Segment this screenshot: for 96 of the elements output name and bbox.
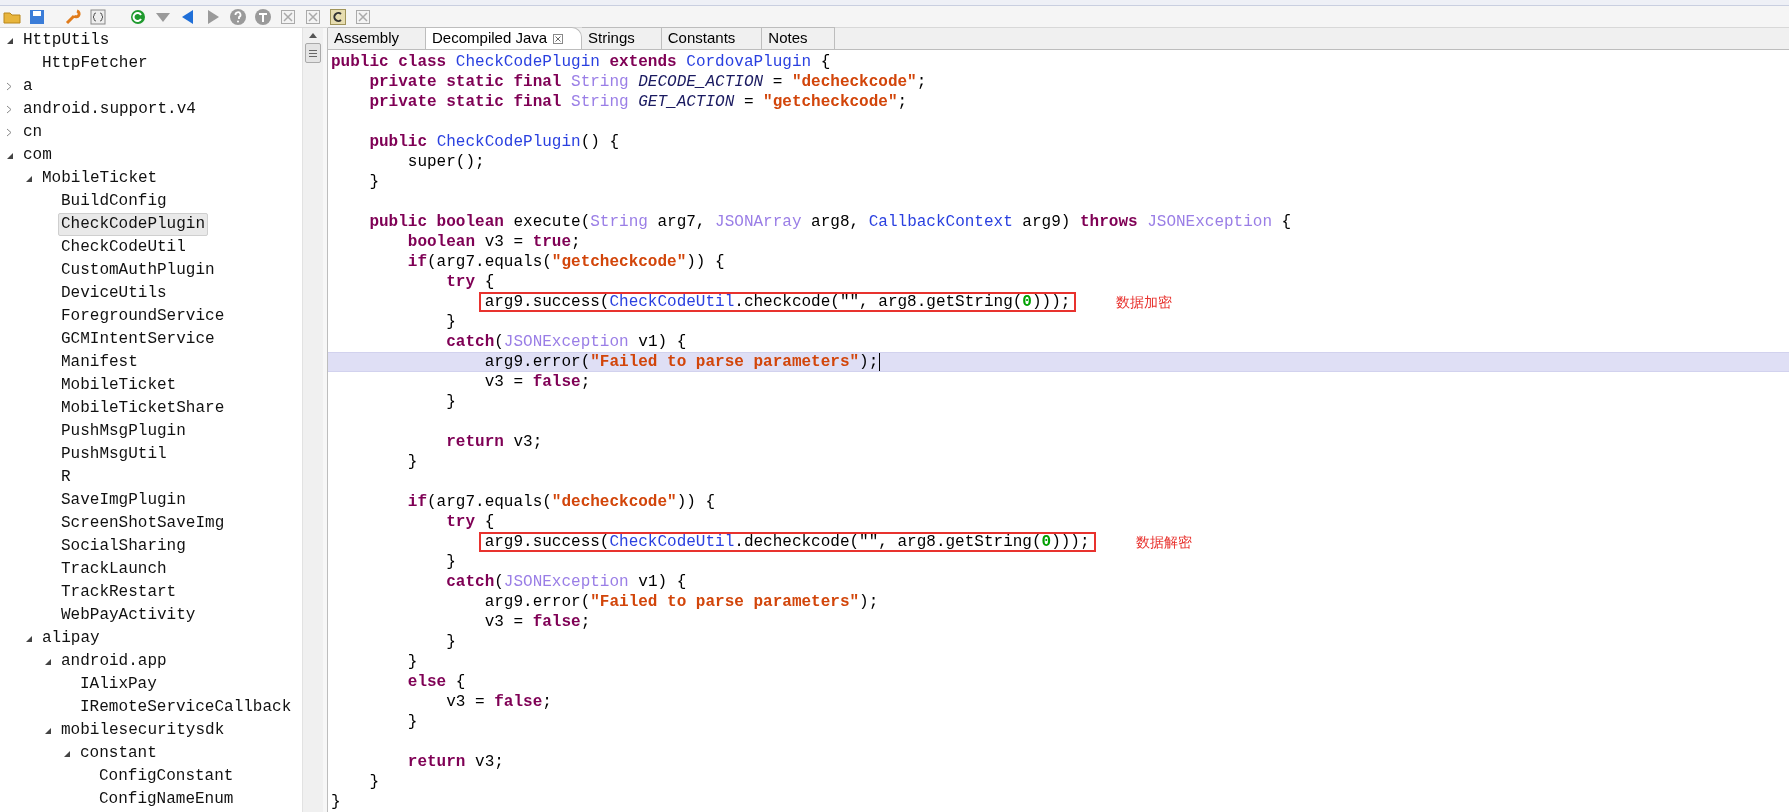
tab[interactable]: Decompiled Java: [426, 27, 583, 49]
annotation-label: 数据解密: [1135, 532, 1192, 552]
code-line: }: [331, 792, 341, 812]
code-line: return v3;: [407, 752, 504, 773]
code-line: return v3;: [446, 432, 543, 453]
code-line: }: [446, 552, 456, 573]
tree-item[interactable]: PushMsgUtil: [58, 443, 170, 466]
help-icon[interactable]: [229, 7, 247, 26]
tree-item[interactable]: ScreenShotSaveImg: [58, 512, 228, 535]
tree-item[interactable]: ConfigConstant: [96, 765, 237, 788]
tree-item[interactable]: CustomAuthPlugin: [58, 259, 218, 282]
tree-item[interactable]: MobileTicketShare: [58, 397, 228, 420]
code-line: v3 = false;: [446, 692, 552, 713]
code-line: arg9.error("Failed to parse parameters");: [484, 352, 881, 373]
tree-item[interactable]: ForegroundService: [58, 305, 228, 328]
code-line: try {: [446, 272, 495, 293]
code-line: }: [407, 452, 418, 473]
tree-item[interactable]: a: [20, 75, 36, 98]
tree-item[interactable]: SocialSharing: [58, 535, 189, 558]
cross-box-icon[interactable]: [304, 7, 322, 26]
tree-item[interactable]: IRemoteServiceCallback: [77, 696, 295, 719]
tree-item[interactable]: DeviceUtils: [58, 282, 170, 305]
code-line: }: [369, 772, 379, 793]
expanded-triangle-icon[interactable]: [44, 726, 52, 735]
tree-item[interactable]: constant: [77, 742, 160, 765]
code-line: catch(JSONException v1) {: [446, 572, 687, 593]
tree-item[interactable]: MobileTicket: [39, 167, 161, 190]
save-icon[interactable]: [28, 7, 46, 26]
chevron-right-icon[interactable]: [6, 82, 12, 91]
chevron-right-icon[interactable]: [6, 128, 12, 137]
tree-item[interactable]: ConfigNameEnum: [96, 788, 237, 811]
code-line: if(arg7.equals("decheckcode")) {: [407, 492, 716, 513]
tree-item[interactable]: WebPayActivity: [58, 604, 199, 627]
tree-item[interactable]: SaveImgPlugin: [58, 489, 189, 512]
code-line: super();: [407, 152, 485, 173]
tree-item[interactable]: HttpFetcher: [39, 52, 151, 75]
class-icon[interactable]: [329, 7, 347, 26]
expanded-triangle-icon[interactable]: [6, 151, 14, 160]
tree-item[interactable]: CheckCodeUtil: [58, 236, 189, 259]
expanded-triangle-icon[interactable]: [25, 634, 33, 643]
tree-item[interactable]: PushMsgPlugin: [58, 420, 189, 443]
expanded-triangle-icon[interactable]: [6, 36, 14, 45]
tree-item[interactable]: alipay: [39, 627, 103, 650]
refresh-icon[interactable]: [129, 7, 147, 26]
tree-item[interactable]: Manifest: [58, 351, 141, 374]
code-line: else {: [407, 672, 466, 693]
code-line: v3 = false;: [484, 372, 591, 393]
code-line: public class CheckCodePlugin extends CordovaPlugin {: [331, 52, 831, 73]
tree-item[interactable]: android.app: [58, 650, 170, 673]
code-line: if(arg7.equals("getcheckcode")) {: [407, 252, 725, 273]
text-cursor: [879, 353, 881, 371]
code-line: public CheckCodePlugin() {: [369, 132, 620, 153]
close-icon[interactable]: [553, 33, 564, 44]
tree-item[interactable]: R: [58, 466, 74, 489]
scroll-up-arrow-icon[interactable]: [308, 32, 318, 39]
expanded-triangle-icon[interactable]: [25, 174, 33, 183]
cross-box-icon[interactable]: [279, 7, 297, 26]
expanded-triangle-icon[interactable]: [44, 657, 52, 666]
tree-item[interactable]: HttpUtils: [20, 29, 113, 52]
code-line: }: [446, 312, 456, 333]
tree-item[interactable]: TrackLaunch: [58, 558, 170, 581]
tree-item[interactable]: android.support.v4: [20, 98, 199, 121]
tab[interactable]: Constants: [661, 27, 763, 49]
tab[interactable]: Strings: [582, 27, 662, 49]
tab[interactable]: Assembly: [328, 27, 427, 49]
tree-item[interactable]: mobilesecuritysdk: [58, 719, 228, 742]
tree-item[interactable]: TrackRestart: [58, 581, 180, 604]
chevron-right-icon[interactable]: [6, 105, 12, 114]
code-line: }: [446, 632, 456, 653]
code-line: }: [446, 392, 456, 413]
code-line: try {: [446, 512, 495, 533]
code-line: boolean v3 = true;: [407, 232, 581, 253]
expanded-triangle-icon[interactable]: [63, 749, 71, 758]
code-line: }: [369, 172, 379, 193]
tree-item[interactable]: com: [20, 144, 55, 167]
tree-item[interactable]: MobileTicket: [58, 374, 180, 397]
wrench-icon[interactable]: [64, 7, 82, 26]
tab[interactable]: Notes: [762, 27, 835, 49]
code-line: public boolean execute(String arg7, JSONArray arg8, CallbackContext arg9) throws JSONException {: [369, 212, 1292, 233]
annotation-label: 数据加密: [1116, 292, 1173, 312]
cross-box-icon[interactable]: [354, 7, 372, 26]
code-line: v3 = false;: [484, 612, 591, 633]
code-line: catch(JSONException v1) {: [446, 332, 687, 353]
tree-item[interactable]: cn: [20, 121, 46, 144]
code-line: private static final String GET_ACTION = "getcheckcode";: [369, 92, 908, 113]
code-line: arg9.error("Failed to parse parameters");: [484, 592, 879, 613]
tree-item[interactable]: BuildConfig: [58, 190, 170, 213]
scrollbar-thumb[interactable]: [305, 43, 321, 63]
tree-item[interactable]: CheckCodePlugin: [58, 213, 209, 236]
info-icon[interactable]: [254, 7, 272, 26]
code-line: }: [407, 712, 418, 733]
code-line: }: [407, 652, 418, 673]
tree-item[interactable]: IAlixPay: [77, 673, 160, 696]
braces-icon[interactable]: [89, 7, 107, 26]
code-line: private static final String DECODE_ACTION = "decheckcode";: [369, 72, 927, 93]
tree-item[interactable]: GCMIntentService: [58, 328, 218, 351]
